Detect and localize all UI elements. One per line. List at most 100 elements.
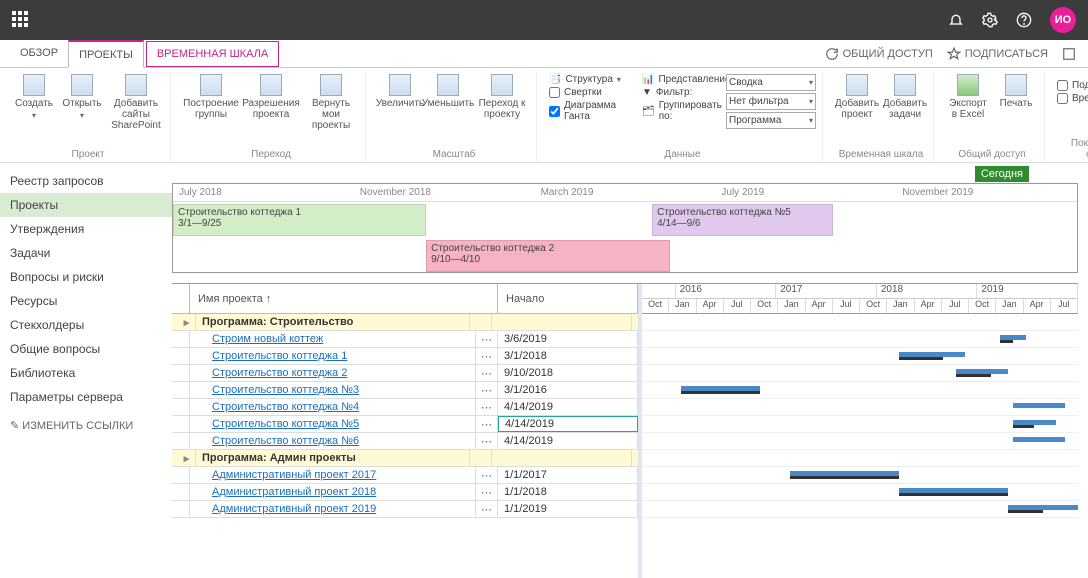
sidebar-item[interactable]: Ресурсы <box>0 289 172 313</box>
col-header-start[interactable]: Начало <box>498 284 638 314</box>
project-link[interactable]: Административный проект 2019 <box>190 501 476 517</box>
timeline-tick: July 2019 <box>715 187 896 198</box>
checkbox-header[interactable] <box>172 284 190 314</box>
gantt-bar[interactable] <box>1013 403 1065 408</box>
group-title[interactable]: Программа: Админ проекты <box>196 450 470 466</box>
project-link[interactable]: Административный проект 2018 <box>190 484 476 500</box>
outline-menu[interactable]: 📑 Структура ▾ <box>549 74 638 85</box>
gantt-checkbox[interactable]: Диаграмма Ганта <box>549 100 638 122</box>
export-excel-button[interactable]: Экспорт в Excel <box>946 72 990 120</box>
scroll-to-project-button[interactable]: Переход к проекту <box>474 72 530 120</box>
add-sharepoint-button[interactable]: Добавить сайты SharePoint <box>108 72 164 131</box>
open-button[interactable]: Открыть▾ <box>60 72 104 120</box>
subtasks-checkbox[interactable]: Свертки <box>549 87 638 98</box>
timeline-bar[interactable]: Строительство коттеджа 13/1—9/25 <box>173 204 426 236</box>
settings-icon[interactable] <box>982 12 998 28</box>
row-menu-icon[interactable]: ⋯ <box>476 365 498 381</box>
zoom-in-button[interactable]: Увеличить <box>378 72 422 109</box>
notifications-icon[interactable] <box>948 12 964 28</box>
groupby-select[interactable]: Программа▾ <box>726 112 816 129</box>
expand-icon[interactable]: ▸ <box>178 450 196 466</box>
sidebar-item[interactable]: Библиотека <box>0 361 172 385</box>
project-link[interactable]: Строительство коттеджа 1 <box>190 348 476 364</box>
sidebar-item[interactable]: Параметры сервера <box>0 385 172 409</box>
zoom-out-button[interactable]: Уменьшить <box>426 72 470 109</box>
subprojects-checkbox[interactable]: Подпроекты <box>1057 80 1088 91</box>
build-team-button[interactable]: Построение группы <box>183 72 239 120</box>
share-button[interactable]: ОБЩИЙ ДОСТУП <box>825 47 933 61</box>
timeline-bar[interactable]: Строительство коттеджа №54/14—9/6 <box>652 204 833 236</box>
gantt-row <box>642 501 1078 518</box>
gantt-row <box>642 450 1078 467</box>
ribbon: Создать▾ Открыть▾ Добавить сайты SharePo… <box>0 68 1088 163</box>
start-date-cell[interactable]: 3/6/2019 <box>498 331 638 347</box>
project-grid: Имя проекта ↑ Начало ▸Программа: Строите… <box>172 284 642 578</box>
sidebar-item[interactable]: Общие вопросы <box>0 337 172 361</box>
tab-overview[interactable]: ОБЗОР <box>10 40 68 68</box>
gantt-row <box>642 365 1078 382</box>
app-launcher-icon[interactable] <box>12 11 30 29</box>
fullscreen-icon[interactable] <box>1062 47 1076 61</box>
print-button[interactable]: Печать <box>994 72 1038 109</box>
start-date-cell[interactable]: 1/1/2018 <box>498 484 638 500</box>
timeline-bar[interactable]: Строительство коттеджа 29/10—4/10 <box>426 240 670 272</box>
group-title[interactable]: Программа: Строительство <box>196 314 470 330</box>
new-button[interactable]: Создать▾ <box>12 72 56 120</box>
month-header: Apr <box>697 299 724 313</box>
follow-button[interactable]: ПОДПИСАТЬСЯ <box>947 47 1048 61</box>
gantt-chart[interactable]: 2016201720182019 OctJanAprJulOctJanAprJu… <box>642 284 1078 578</box>
start-date-cell[interactable]: 4/14/2019 <box>498 399 638 415</box>
row-menu-icon[interactable]: ⋯ <box>476 501 498 517</box>
checkin-button[interactable]: Вернуть мои проекты <box>303 72 359 131</box>
help-icon[interactable] <box>1016 12 1032 28</box>
gantt-progress <box>681 391 759 394</box>
view-label: 📊 Представление: <box>642 74 722 85</box>
month-header: Oct <box>751 299 778 313</box>
timeline[interactable]: Сегодня July 2018 November 2018 March 20… <box>172 183 1078 273</box>
start-date-cell[interactable]: 1/1/2017 <box>498 467 638 483</box>
row-menu-icon[interactable]: ⋯ <box>476 433 498 449</box>
filter-select[interactable]: Нет фильтра▾ <box>726 93 816 110</box>
sidebar-item[interactable]: Стекхолдеры <box>0 313 172 337</box>
project-link[interactable]: Строительство коттеджа №3 <box>190 382 476 398</box>
start-date-cell[interactable]: 1/1/2019 <box>498 501 638 517</box>
row-menu-icon[interactable]: ⋯ <box>476 484 498 500</box>
project-link[interactable]: Строим новый коттеж <box>190 331 476 347</box>
permissions-button[interactable]: Разрешения проекта <box>243 72 299 120</box>
sidebar-item[interactable]: Проекты <box>0 193 172 217</box>
sidebar-item[interactable]: Утверждения <box>0 217 172 241</box>
row-menu-icon[interactable]: ⋯ <box>476 416 498 432</box>
col-header-name[interactable]: Имя проекта ↑ <box>190 284 498 314</box>
start-date-cell[interactable]: 3/1/2016 <box>498 382 638 398</box>
project-link[interactable]: Строительство коттеджа №4 <box>190 399 476 415</box>
start-date-cell[interactable]: 4/14/2019 <box>498 416 638 432</box>
gantt-bar[interactable] <box>1013 437 1065 442</box>
project-link[interactable]: Административный проект 2017 <box>190 467 476 483</box>
year-header <box>642 284 676 298</box>
row-menu-icon[interactable]: ⋯ <box>476 331 498 347</box>
start-date-cell[interactable]: 3/1/2018 <box>498 348 638 364</box>
tab-projects[interactable]: ПРОЕКТЫ <box>68 40 144 68</box>
gantt-progress <box>899 357 943 360</box>
view-select[interactable]: Сводка▾ <box>726 74 816 91</box>
start-date-cell[interactable]: 4/14/2019 <box>498 433 638 449</box>
start-date-cell[interactable]: 9/10/2018 <box>498 365 638 381</box>
expand-icon[interactable]: ▸ <box>178 314 196 330</box>
row-menu-icon[interactable]: ⋯ <box>476 399 498 415</box>
row-menu-icon[interactable]: ⋯ <box>476 382 498 398</box>
time-with-date-checkbox[interactable]: Время с датой <box>1057 93 1088 104</box>
user-avatar[interactable]: ИО <box>1050 7 1076 33</box>
edit-links-button[interactable]: ✎ ИЗМЕНИТЬ ССЫЛКИ <box>0 409 172 442</box>
row-menu-icon[interactable]: ⋯ <box>476 467 498 483</box>
add-tasks-button[interactable]: Добавить задачи <box>883 72 927 120</box>
sidebar-item[interactable]: Задачи <box>0 241 172 265</box>
sidebar-item[interactable]: Реестр запросов <box>0 169 172 193</box>
project-link[interactable]: Строительство коттеджа №5 <box>190 416 476 432</box>
row-menu-icon[interactable]: ⋯ <box>476 348 498 364</box>
gantt-progress <box>1013 425 1035 428</box>
sidebar-item[interactable]: Вопросы и риски <box>0 265 172 289</box>
add-project-button[interactable]: Добавить проект <box>835 72 879 120</box>
project-link[interactable]: Строительство коттеджа 2 <box>190 365 476 381</box>
tab-timeline[interactable]: ВРЕМЕННАЯ ШКАЛА <box>146 41 279 67</box>
project-link[interactable]: Строительство коттеджа №6 <box>190 433 476 449</box>
